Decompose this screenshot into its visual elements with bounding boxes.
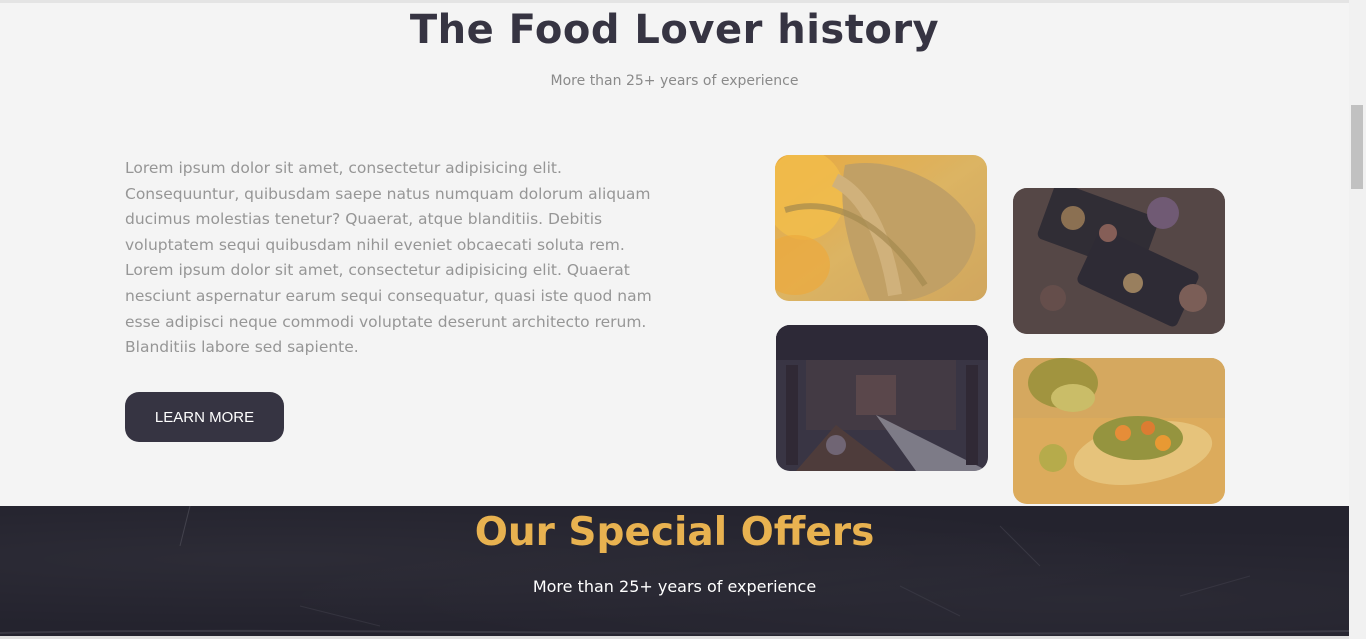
avocado-toast-photo xyxy=(1013,358,1225,504)
page-scrollbar[interactable] xyxy=(1349,0,1366,639)
scrollbar-thumb[interactable] xyxy=(1351,105,1363,189)
offers-title: Our Special Offers xyxy=(474,510,875,555)
special-offers-section: Our Special Offers More than 25+ years o… xyxy=(0,506,1349,639)
platter-photo xyxy=(1013,188,1225,334)
learn-more-button[interactable]: LEARN MORE xyxy=(125,392,284,442)
history-subtitle: More than 25+ years of experience xyxy=(550,73,799,89)
history-section: The Food Lover history More than 25+ yea… xyxy=(0,3,1349,506)
history-paragraph-1: Lorem ipsum dolor sit amet, consectetur … xyxy=(125,159,651,254)
roast-meat-photo xyxy=(775,155,987,301)
offers-subtitle: More than 25+ years of experience xyxy=(532,577,817,596)
page: The Food Lover history More than 25+ yea… xyxy=(0,0,1366,639)
history-text: Lorem ipsum dolor sit amet, consectetur … xyxy=(125,156,670,361)
history-paragraph-2: Lorem ipsum dolor sit amet, consectetur … xyxy=(125,261,652,357)
restaurant-interior-photo xyxy=(776,325,988,471)
history-title: The Food Lover history xyxy=(409,7,940,53)
